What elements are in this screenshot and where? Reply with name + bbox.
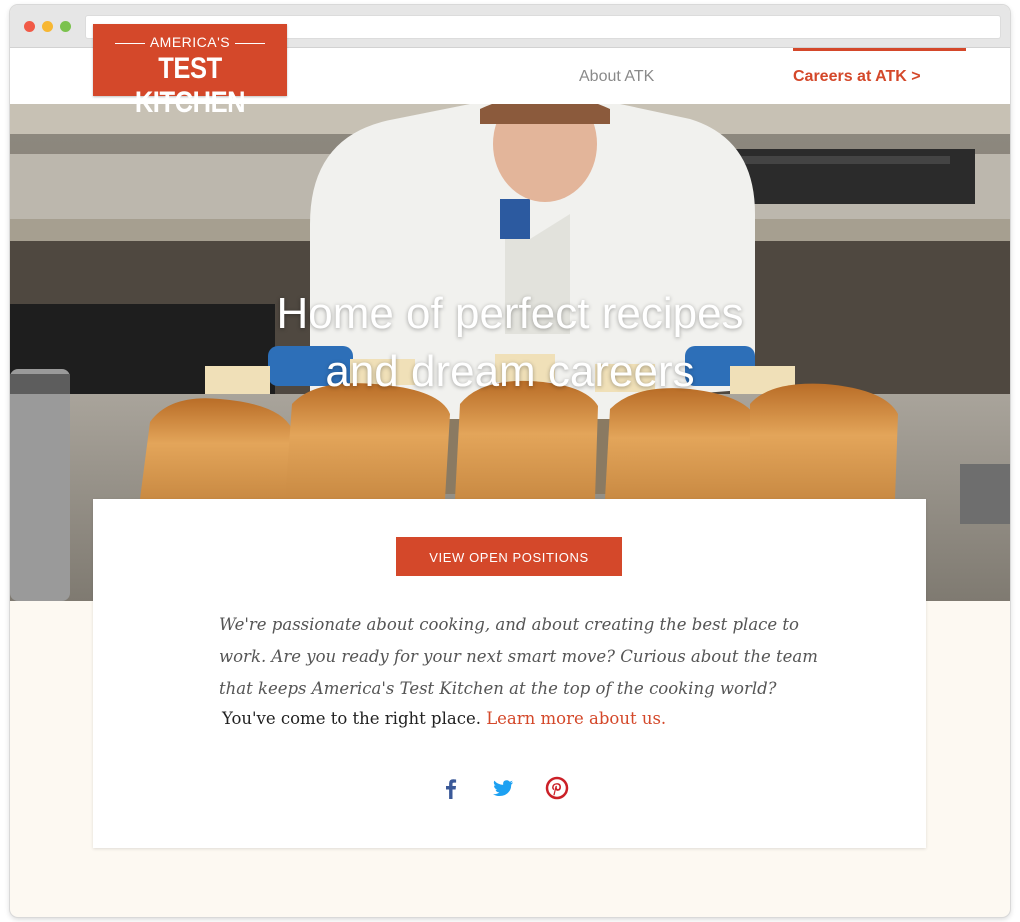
view-open-positions-button[interactable]: VIEW OPEN POSITIONS [396, 537, 622, 576]
window-close-button[interactable] [24, 21, 35, 32]
logo-line1: AMERICA'S [93, 34, 287, 50]
window-minimize-button[interactable] [42, 21, 53, 32]
closing-line: You've come to the right place. Learn mo… [222, 709, 822, 728]
logo-line2: TEST KITCHEN [134, 52, 246, 119]
twitter-icon[interactable] [490, 775, 516, 801]
browser-window: About ATK Careers at ATK > AMERICA'S TES… [10, 5, 1010, 917]
hero-title: Home of perfect recipes and dream career… [10, 285, 1010, 401]
intro-paragraph: We're passionate about cooking, and abou… [219, 615, 818, 698]
nav-about-link[interactable]: About ATK [579, 68, 654, 86]
facebook-icon[interactable] [438, 775, 464, 801]
hero-title-line2: and dream careers [325, 347, 695, 397]
window-maximize-button[interactable] [60, 21, 71, 32]
careers-intro-card: VIEW OPEN POSITIONS We're passionate abo… [93, 499, 926, 848]
social-share-icons [438, 775, 588, 805]
closing-text: You've come to the right place. [222, 709, 481, 728]
atk-logo[interactable]: AMERICA'S TEST KITCHEN [93, 24, 287, 119]
learn-more-link[interactable]: Learn more about us. [486, 709, 666, 728]
nav-careers-link[interactable]: Careers at ATK > [793, 68, 921, 86]
nav-active-indicator [793, 48, 966, 51]
hero-title-line1: Home of perfect recipes [276, 289, 744, 339]
pinterest-icon[interactable] [544, 775, 570, 801]
